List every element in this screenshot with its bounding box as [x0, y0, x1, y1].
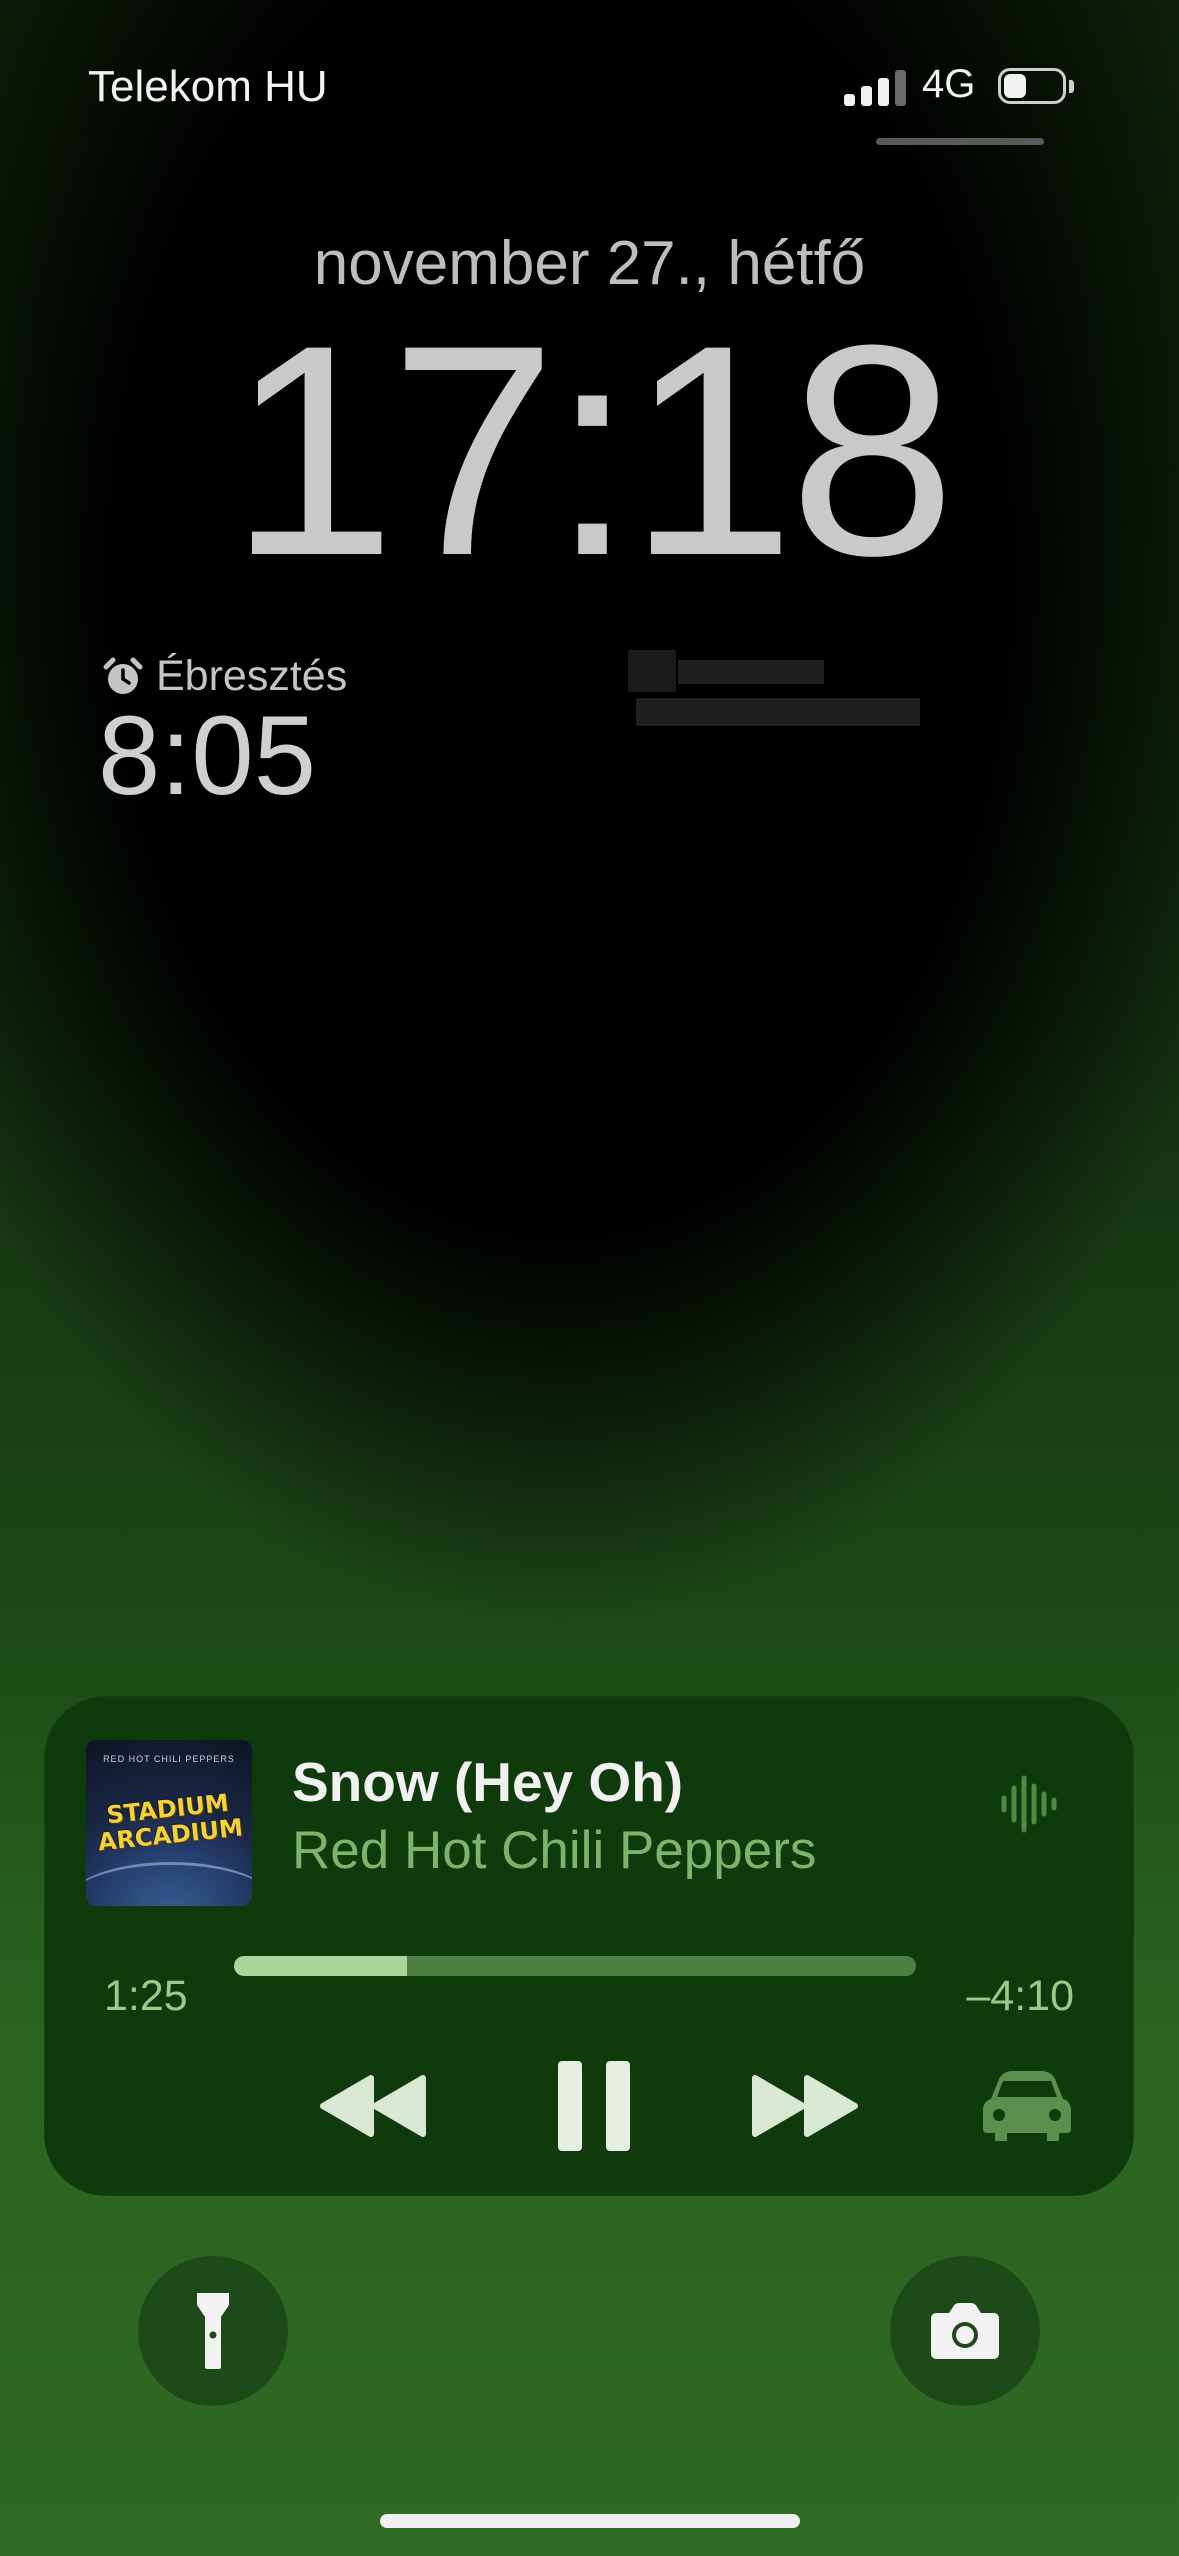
remaining-time: –4:10 — [966, 1972, 1074, 2020]
fast-forward-button[interactable] — [744, 2046, 864, 2166]
lock-clock: 17:18 — [229, 282, 956, 618]
redacted-block — [678, 660, 824, 684]
track-artist: Red Hot Chili Peppers — [292, 1821, 817, 1880]
home-indicator[interactable] — [380, 2514, 800, 2528]
playback-progress-fill — [234, 1956, 407, 1976]
redacted-block — [628, 650, 676, 692]
rewind-button[interactable] — [314, 2046, 434, 2166]
car-icon — [983, 2071, 1071, 2141]
playback-controls — [44, 2046, 1134, 2166]
battery-icon — [998, 68, 1074, 106]
album-art[interactable]: RED HOT CHILI PEPPERS STADIUM ARCADIUM — [86, 1740, 252, 1906]
carrier-name: Telekom HU — [88, 62, 328, 111]
alarm-clock-icon — [103, 657, 143, 694]
alarm-time: 8:05 — [98, 693, 316, 818]
track-title: Snow (Hey Oh) — [292, 1751, 684, 1813]
fast-forward-icon — [752, 2075, 858, 2137]
playback-progress-bar[interactable] — [234, 1956, 916, 1976]
flashlight-icon — [197, 2293, 229, 2369]
redacted-block — [636, 698, 920, 726]
audio-output-button[interactable] — [962, 2046, 1092, 2166]
control-center-indicator[interactable] — [876, 138, 1044, 145]
network-type: 4G — [922, 62, 976, 106]
camera-icon — [931, 2303, 999, 2359]
audio-waveform-icon[interactable] — [1000, 1774, 1064, 1834]
now-playing-widget[interactable]: RED HOT CHILI PEPPERS STADIUM ARCADIUM S… — [44, 1696, 1134, 2196]
album-art-title: STADIUM ARCADIUM — [96, 1788, 245, 1857]
pause-button[interactable] — [534, 2046, 654, 2166]
signal-strength-icon — [844, 70, 906, 106]
flashlight-button[interactable] — [138, 2256, 288, 2406]
camera-button[interactable] — [890, 2256, 1040, 2406]
rewind-icon — [320, 2075, 426, 2137]
elapsed-time: 1:25 — [104, 1972, 188, 2020]
pause-icon — [558, 2061, 630, 2151]
album-art-band: RED HOT CHILI PEPPERS — [103, 1754, 235, 1764]
